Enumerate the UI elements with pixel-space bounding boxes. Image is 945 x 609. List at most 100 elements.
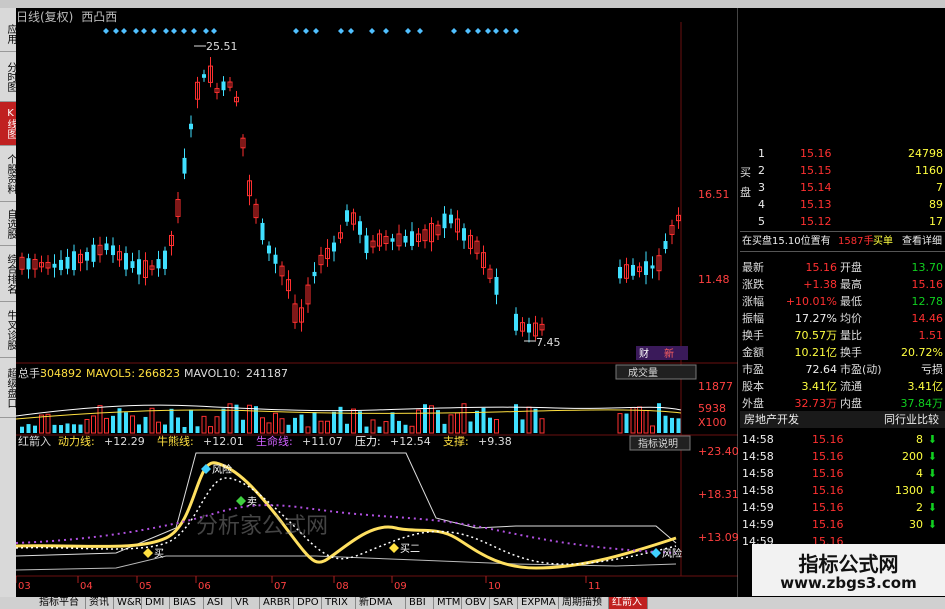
order-book-row[interactable]: 5 15.12 17 [740,213,945,230]
volume-bar-up [273,412,278,434]
volume-bar-up [156,421,161,434]
volume-bar-down [241,419,245,433]
quote-value: 13.70 [911,261,944,274]
signal-diamond [465,28,471,34]
volume-bar-up [650,425,655,434]
bottom-tab-13[interactable]: OBV [462,597,490,609]
candle-body-down [111,245,115,256]
volume-bar-up [494,419,499,434]
candle-body-down [650,265,655,269]
left-tab-7[interactable]: 超级盘口 [0,358,16,418]
volume-bar-down [78,424,83,433]
volume-bar-down [65,423,70,433]
bottom-tab-14[interactable]: SAR [490,597,518,609]
quote-value: 17.27% [795,312,837,325]
bottom-tab-10[interactable]: 新DMA [356,597,406,609]
bottom-tab-16[interactable]: 周期描预 [559,597,609,609]
industry-compare-button[interactable]: 同行业比较 [884,411,939,428]
indicator-tick-1: +23.40 [698,445,738,458]
order-book-row[interactable]: 1 15.16 24798 [740,145,945,162]
bottom-tab-3[interactable]: DMI [142,597,170,609]
quote-row: 振幅 17.27% 均价 14.46 [740,310,945,327]
candle-body-down [332,242,336,252]
bottom-tab-17[interactable]: 红箭入 [609,597,648,609]
volume-bar-up [208,426,213,434]
quote-row: 市盈 72.64 市盈(动) 亏损 [740,361,945,378]
volume-bar-up [325,420,330,434]
bottom-tab-0[interactable]: 指标平台 [36,597,86,609]
quote-value: +1.38 [803,278,837,291]
bottom-tab-1[interactable]: 资讯 [86,597,114,609]
order-book-row[interactable]: 4 15.13 89 [740,196,945,213]
left-tab-1[interactable]: 分时图 [0,52,16,102]
candle-body-down [449,214,453,224]
bull-bear-line [16,477,677,565]
bottom-tab-6[interactable]: VR [232,597,260,609]
volume-bar-down [345,423,349,433]
volume-bar-down [332,411,336,433]
bottom-tab-7[interactable]: ARBR [260,597,294,609]
industry-row: 房地产开发 同行业比较 [740,411,945,428]
bottom-tab-2[interactable]: W&R [114,597,142,609]
mavol5-label: MAVOL5: [86,367,135,380]
tick-price: 15.16 [812,450,844,463]
indicator-item-value: +12.29 [104,435,145,448]
left-tab-2[interactable]: K线图 [0,102,16,146]
candle-body-down [312,271,317,277]
indicator-signal-diamond [143,548,153,558]
candle-body-down [26,258,31,270]
bottom-tab-9[interactable]: TRIX [322,597,356,609]
volume-tick-2: 5938 [698,402,726,415]
indicator-name: 红箭入 [18,434,51,448]
signal-diamond [203,28,209,34]
candle-body-down [202,74,206,78]
order-price: 15.13 [800,198,832,211]
quote-label: 金额 [742,346,764,359]
bottom-tab-15[interactable]: EXPMA [518,597,559,609]
quote-label: 振幅 [742,312,764,325]
volume-bar-down [481,407,486,433]
buy-queue-text: 在买盘15.10位置有 [742,236,831,247]
order-volume: 17 [929,215,943,228]
buy-queue-row[interactable]: 在买盘15.10位置有 1587手 买单 查看详细 [740,233,945,250]
tick-volume: 30 [909,518,923,531]
indicator-annotation: 买 [154,548,164,560]
volume-bar-down [377,426,382,433]
down-arrow-icon: ⬇ [927,518,937,531]
view-detail-link[interactable]: 查看详细 [902,233,942,250]
quote-value: 3.41亿 [907,380,944,393]
volume-bar-up [97,405,103,434]
quote-value: +10.01% [785,295,837,308]
bottom-tab-8[interactable]: DPO [294,597,322,609]
price-tick-1: 16.51 [698,188,730,201]
tick-volume: 2 [916,501,923,514]
x-axis-label: 11 [588,581,601,592]
quote-panel: 买盘 1 15.16 24798 2 15.15 1160 3 15.14 7 4 15.13 89 5 1… [740,145,945,600]
order-level: 5 [758,215,765,228]
bottom-tab-5[interactable]: ASI [204,597,232,609]
order-book-divider [740,231,945,232]
candle-body-down [618,266,622,279]
bottom-tab-12[interactable]: MTM [434,597,462,609]
signal-diamond [293,28,299,34]
left-tab-6[interactable]: 牛叉诊股 [0,302,16,358]
quote-row: 股本 3.41亿 流通 3.41亿 [740,378,945,395]
indicator-tick-2: +18.31 [698,488,738,501]
volume-bar-up [266,422,272,434]
volume-tick-3: X100 [698,416,727,429]
left-tab-3[interactable]: 个股资料 [0,146,16,202]
quote-value: 亏损 [921,363,943,376]
order-book-row[interactable]: 2 15.15 1160 [740,162,945,179]
order-book-row[interactable]: 3 15.14 7 [740,179,945,196]
volume-bar-up [247,404,252,434]
left-tab-4[interactable]: 自选股 [0,202,16,246]
bottom-tab-11[interactable]: BBI [406,597,434,609]
left-tab-0[interactable]: 应用 [0,16,16,52]
quote-value: 1.51 [918,329,944,342]
bottom-tab-4[interactable]: BIAS [170,597,204,609]
volume-bar-down [195,426,200,433]
left-tab-5[interactable]: 综合排名 [0,246,16,302]
volume-bar-up [448,414,454,434]
buy-queue-button[interactable]: 买单 [873,233,893,250]
signal-diamond [313,28,319,34]
